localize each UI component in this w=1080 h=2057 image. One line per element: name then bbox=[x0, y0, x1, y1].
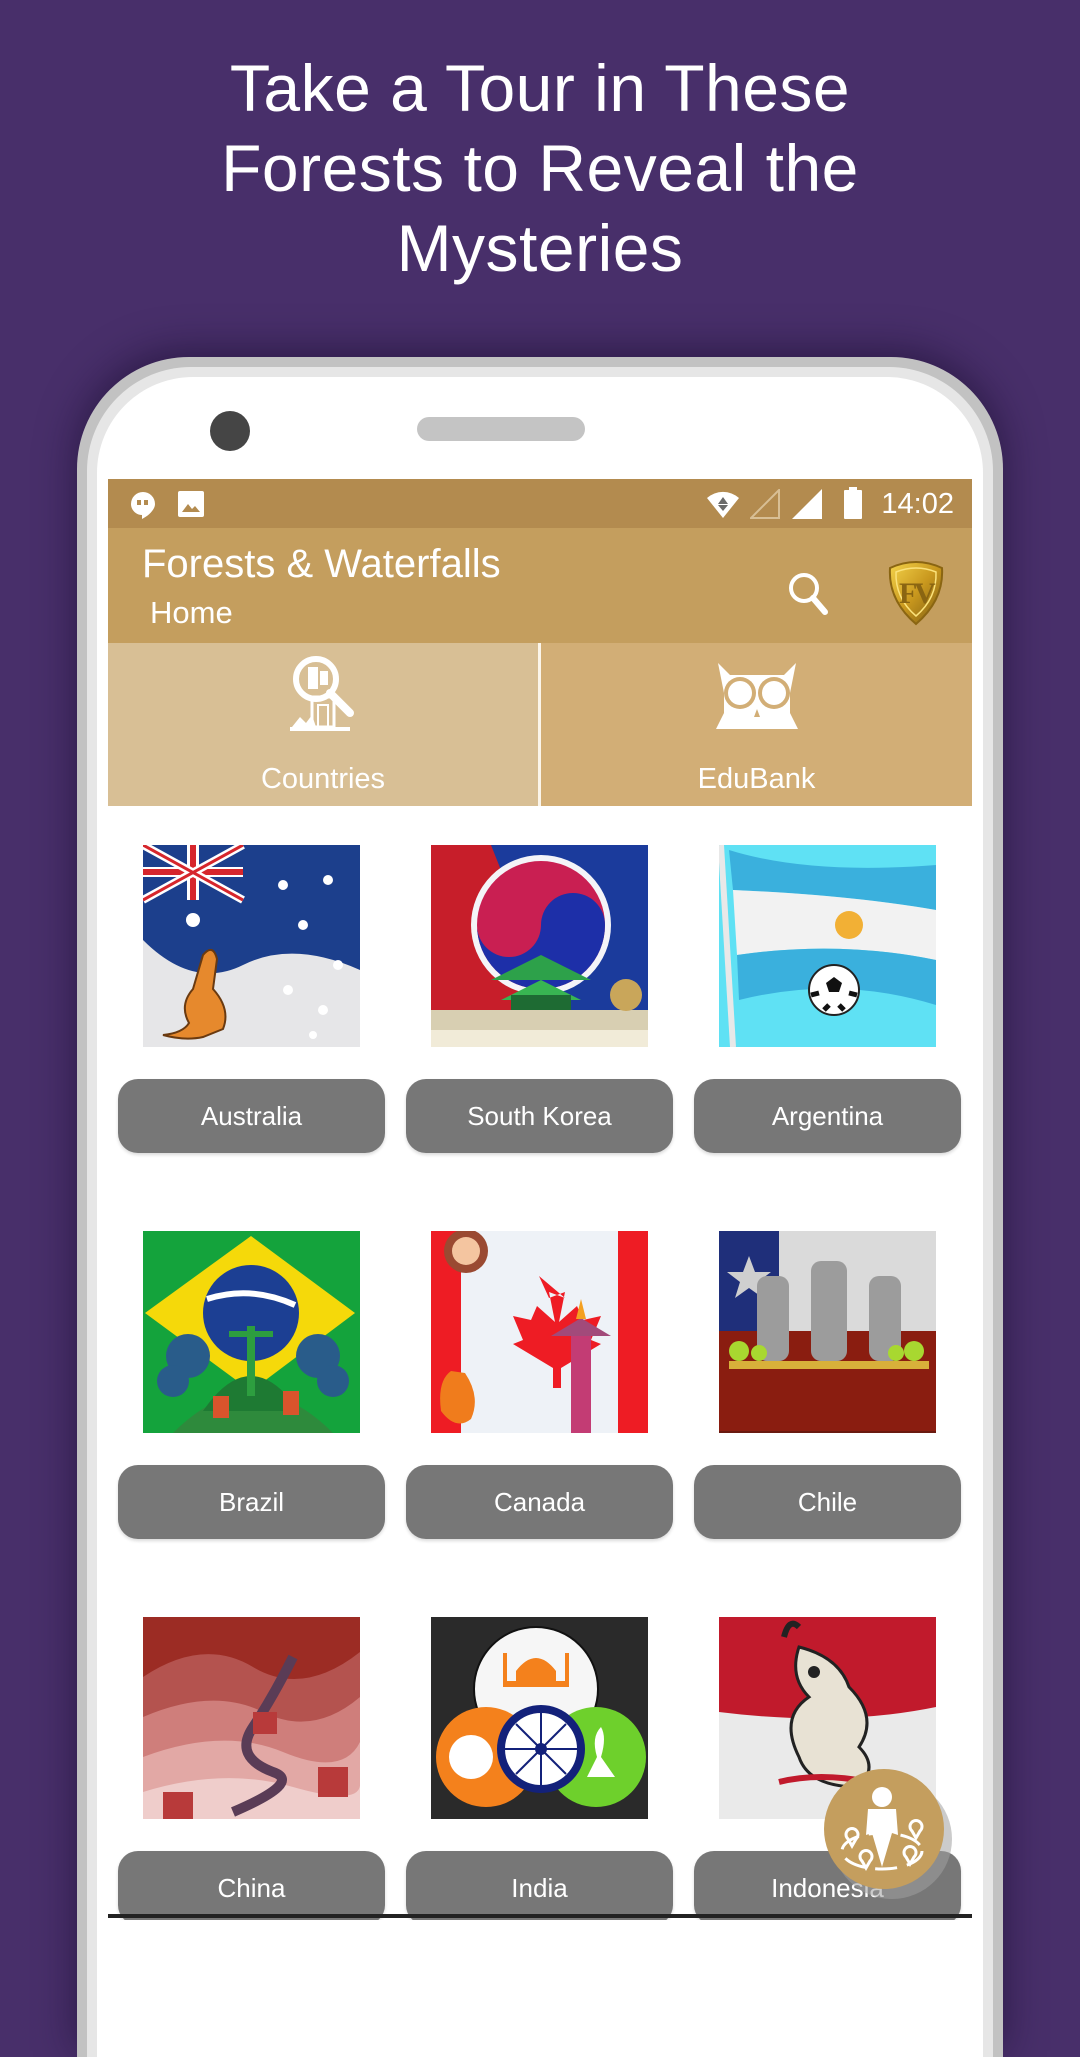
battery-icon bbox=[844, 487, 862, 524]
argentina-flag-football-image bbox=[719, 845, 936, 1047]
country-card-argentina[interactable]: Argentina bbox=[694, 806, 961, 1153]
hangouts-icon bbox=[130, 491, 156, 524]
wifi-icon bbox=[706, 489, 740, 524]
status-time: 14:02 bbox=[881, 488, 954, 520]
app-logo[interactable]: F V bbox=[884, 556, 948, 626]
country-button[interactable]: India bbox=[406, 1851, 673, 1920]
status-bar: 14:02 bbox=[108, 479, 972, 528]
country-button[interactable]: Chile bbox=[694, 1465, 961, 1539]
country-button[interactable]: Australia bbox=[118, 1079, 385, 1153]
australia-flag-kangaroo-image bbox=[143, 845, 360, 1047]
india-taj-mahal-chakra-image bbox=[431, 1617, 648, 1819]
nav-bar-edge bbox=[108, 1914, 972, 1918]
country-button[interactable]: China bbox=[118, 1851, 385, 1920]
country-card-chile[interactable]: Chile bbox=[694, 1192, 961, 1539]
country-image[interactable] bbox=[143, 1231, 360, 1433]
phone-speaker bbox=[417, 417, 585, 441]
headline-line: Forests to Reveal the bbox=[221, 131, 859, 205]
front-camera bbox=[210, 411, 250, 451]
search-icon bbox=[789, 573, 828, 615]
fv-shield-logo-icon: F V bbox=[888, 561, 944, 626]
signal-full-icon bbox=[792, 489, 822, 524]
tab-countries[interactable]: Countries bbox=[108, 643, 538, 806]
country-image[interactable] bbox=[719, 845, 936, 1047]
svg-text:V: V bbox=[914, 577, 936, 610]
tab-label: Countries bbox=[260, 763, 386, 795]
promo-headline: Take a Tour in These Forests to Reveal t… bbox=[0, 48, 1080, 288]
country-card-brazil[interactable]: Brazil bbox=[118, 1192, 385, 1539]
tab-bar: Countries EduBank bbox=[108, 643, 972, 806]
tab-edubank[interactable]: EduBank bbox=[541, 643, 972, 806]
country-button[interactable]: Argentina bbox=[694, 1079, 961, 1153]
signal-empty-icon bbox=[748, 487, 780, 524]
app-subtitle: Home bbox=[150, 595, 233, 630]
chile-flag-moai-image bbox=[719, 1231, 936, 1433]
country-button[interactable]: South Korea bbox=[406, 1079, 673, 1153]
country-button[interactable]: Brazil bbox=[118, 1465, 385, 1539]
search-button[interactable] bbox=[784, 568, 834, 618]
country-image[interactable] bbox=[431, 1231, 648, 1433]
country-button[interactable]: Canada bbox=[406, 1465, 673, 1539]
headline-line: Take a Tour in These bbox=[229, 51, 851, 125]
app-screen: 14:02 Forests & Waterfalls Home F V Coun… bbox=[108, 479, 972, 1920]
country-card-china[interactable]: China bbox=[118, 1578, 385, 1920]
brazil-flag-christ-redeemer-image bbox=[143, 1231, 360, 1433]
tab-label: EduBank bbox=[697, 763, 816, 795]
headline-line: Mysteries bbox=[396, 211, 684, 285]
country-image[interactable] bbox=[719, 1231, 936, 1433]
app-bar: Forests & Waterfalls Home F V bbox=[108, 528, 972, 643]
canada-flag-totem-image bbox=[431, 1231, 648, 1433]
app-title: Forests & Waterfalls bbox=[142, 542, 501, 586]
china-great-wall-image bbox=[143, 1617, 360, 1819]
people-network-icon bbox=[840, 1787, 924, 1872]
country-card-south-korea[interactable]: South Korea bbox=[406, 806, 673, 1153]
country-card-australia[interactable]: Australia bbox=[118, 806, 385, 1153]
country-image[interactable] bbox=[143, 845, 360, 1047]
image-notification-icon bbox=[178, 491, 204, 522]
owl-icon bbox=[715, 663, 798, 729]
south-korea-flag-palace-image bbox=[431, 845, 648, 1047]
country-search-icon bbox=[290, 656, 354, 731]
country-card-canada[interactable]: Canada bbox=[406, 1192, 673, 1539]
country-image[interactable] bbox=[431, 845, 648, 1047]
country-card-india[interactable]: India bbox=[406, 1578, 673, 1920]
country-image[interactable] bbox=[431, 1617, 648, 1819]
country-image[interactable] bbox=[143, 1617, 360, 1819]
community-fab-button[interactable] bbox=[824, 1769, 944, 1889]
